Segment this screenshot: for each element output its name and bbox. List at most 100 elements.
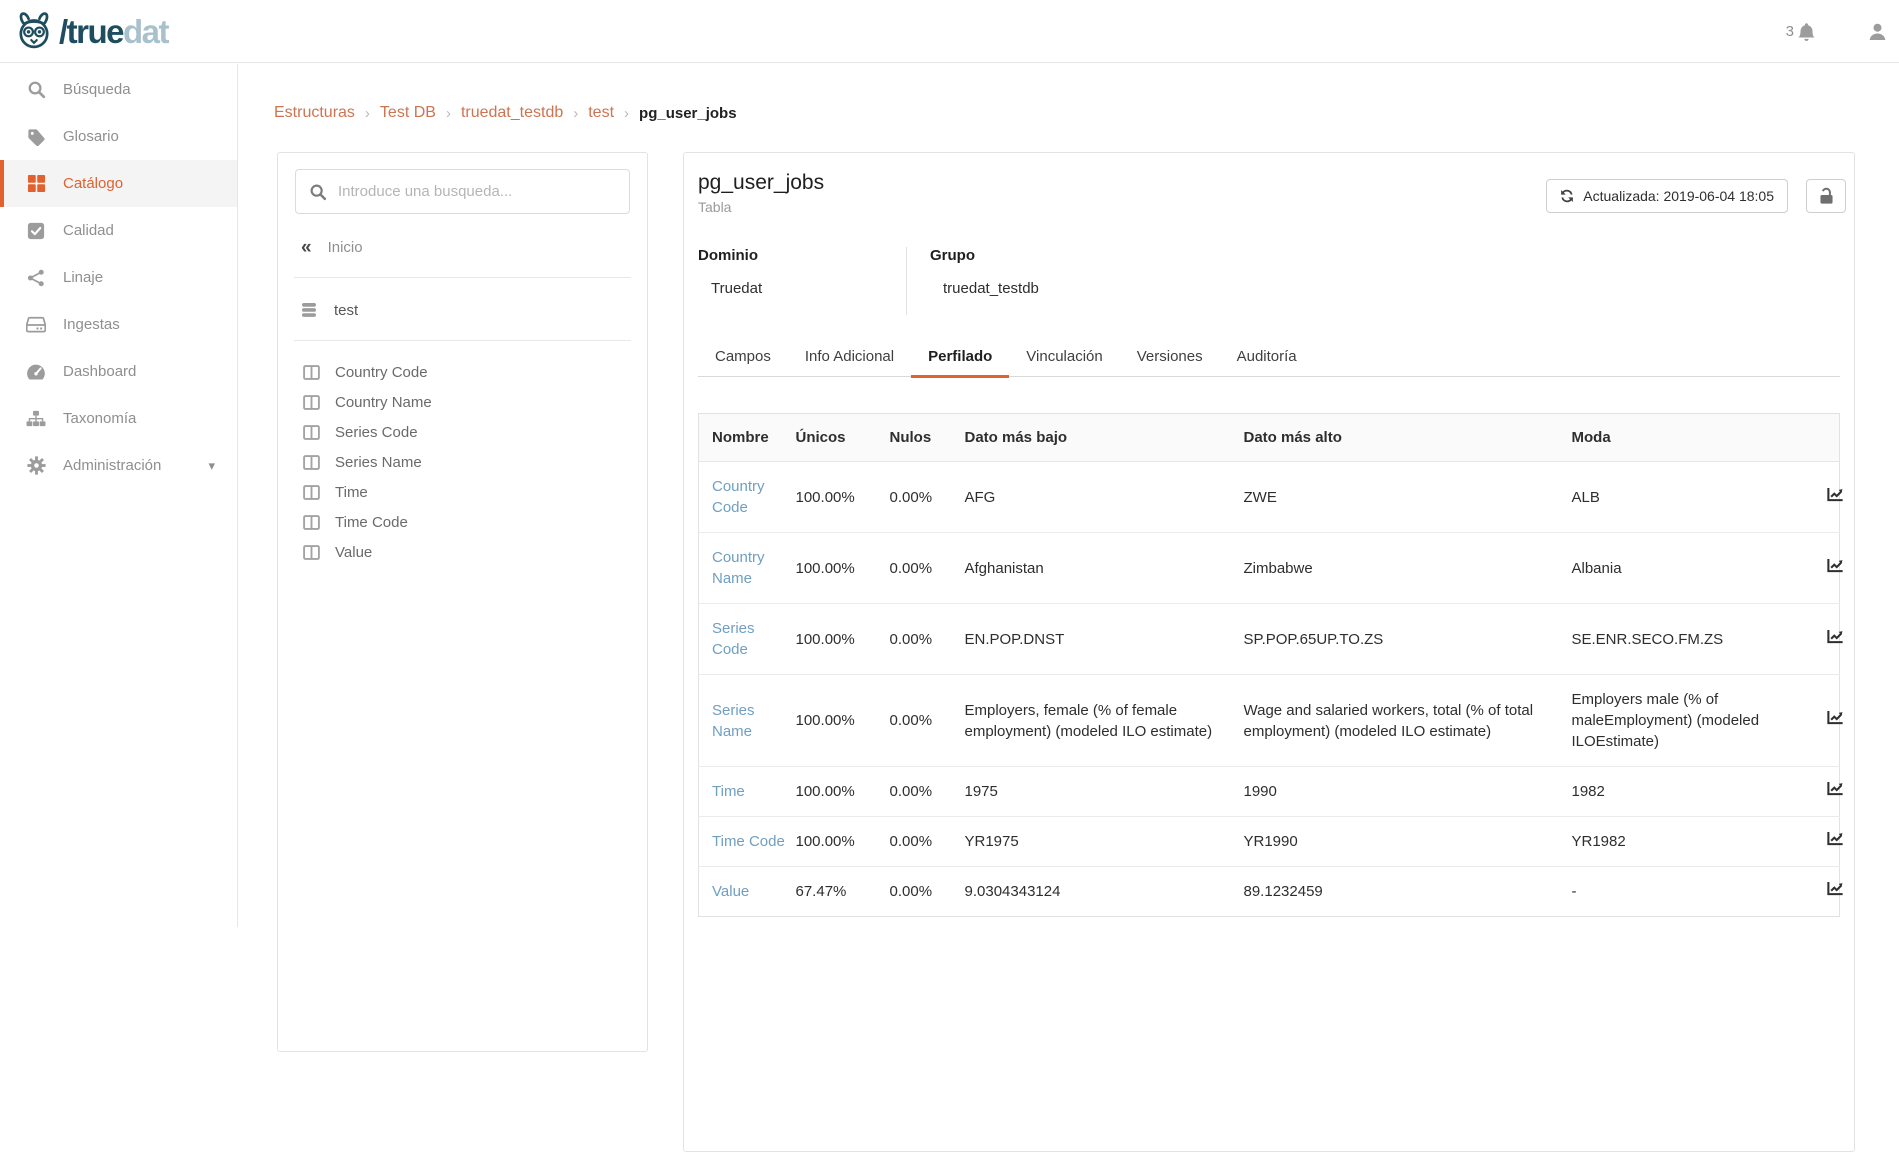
cell-actions (1827, 533, 1840, 604)
field-name-link[interactable]: Value (712, 881, 749, 902)
cell-nulls: 0.00% (890, 533, 965, 604)
truedat-logo[interactable]: /truedat (14, 10, 168, 52)
tab-info-adicional[interactable]: Info Adicional (788, 339, 911, 376)
cell-unique: 100.00% (796, 817, 890, 867)
column-header: Dato más bajo (965, 414, 1244, 462)
tab-perfilado[interactable]: Perfilado (911, 339, 1009, 376)
profile-chart-button[interactable] (1827, 710, 1844, 725)
tree-parent-item[interactable]: test (301, 297, 647, 323)
columns-icon (303, 395, 320, 410)
field-name-link[interactable]: Series Code (712, 618, 788, 660)
columns-icon (303, 365, 320, 380)
column-header: Dato más alto (1244, 414, 1572, 462)
search-icon (25, 80, 47, 99)
sidebar-item-busqueda[interactable]: Búsqueda (0, 66, 237, 113)
tree-field-item[interactable]: Time Code (278, 507, 647, 537)
tree-field-label: Country Code (335, 364, 428, 381)
sidebar-item-administracion[interactable]: Administración▾ (0, 442, 237, 489)
table-row: Country Code100.00%0.00%AFGZWEALB (699, 462, 1840, 533)
group-label: Grupo (930, 247, 1840, 264)
tab-campos[interactable]: Campos (698, 339, 788, 376)
breadcrumb-link[interactable]: test (588, 104, 614, 122)
cell-nulls: 0.00% (890, 817, 965, 867)
chart-line-icon (1827, 629, 1844, 644)
chart-line-icon (1827, 710, 1844, 725)
field-name-link[interactable]: Country Code (712, 476, 788, 518)
double-chevron-left-icon: « (301, 238, 312, 257)
tree-field-item[interactable]: Value (278, 537, 647, 567)
tab-vinculacion[interactable]: Vinculación (1009, 339, 1119, 376)
sidebar-item-ingestas[interactable]: Ingestas (0, 301, 237, 348)
sidebar-item-label: Catálogo (63, 175, 123, 192)
profile-chart-button[interactable] (1827, 881, 1844, 896)
cell-mode: ALB (1572, 462, 1827, 533)
column-header: Nombre (699, 414, 796, 462)
tree-search-input[interactable] (338, 183, 616, 200)
sidebar-item-catalogo[interactable]: Catálogo (0, 160, 237, 207)
column-header: Únicos (796, 414, 890, 462)
field-name-link[interactable]: Series Name (712, 700, 788, 742)
tree-back-button[interactable]: « Inicio (301, 234, 647, 260)
sidebar-item-glosario[interactable]: Glosario (0, 113, 237, 160)
search-icon (309, 183, 327, 201)
profile-chart-button[interactable] (1827, 629, 1844, 644)
tree-field-list: Country Code Country NameSeries CodeSerie… (278, 357, 647, 567)
notifications-button[interactable]: 3 (1786, 22, 1816, 42)
cell-actions (1827, 867, 1840, 917)
profile-chart-button[interactable] (1827, 831, 1844, 846)
sidebar-item-taxonomia[interactable]: Taxonomía (0, 395, 237, 442)
sidebar-item-label: Taxonomía (63, 410, 136, 427)
app-header: /truedat 3 (0, 0, 1899, 63)
cell-unique: 100.00% (796, 675, 890, 767)
sidebar-item-label: Ingestas (63, 316, 120, 333)
database-icon (301, 302, 317, 318)
cell-mode: - (1572, 867, 1827, 917)
cell-high: Zimbabwe (1244, 533, 1572, 604)
tree-field-label: Time (335, 484, 368, 501)
sidebar-item-dashboard[interactable]: Dashboard (0, 348, 237, 395)
cell-name: Time (699, 767, 796, 817)
cell-low: AFG (965, 462, 1244, 533)
cell-unique: 100.00% (796, 462, 890, 533)
lock-toggle-button[interactable] (1806, 179, 1846, 213)
tree-field-item[interactable]: Country Name (278, 387, 647, 417)
cell-low: 1975 (965, 767, 1244, 817)
breadcrumb-link[interactable]: Estructuras (274, 104, 355, 122)
divider (294, 340, 631, 341)
tree-field-item[interactable]: Series Name (278, 447, 647, 477)
tab-auditoria[interactable]: Auditoría (1220, 339, 1314, 376)
profile-table: NombreÚnicosNulosDato más bajoDato más a… (698, 413, 1840, 917)
domain-value: Truedat (711, 280, 906, 297)
gauge-icon (25, 363, 47, 381)
chart-line-icon (1827, 558, 1844, 573)
breadcrumb-link[interactable]: Test DB (380, 104, 436, 122)
refresh-updated-button[interactable]: Actualizada: 2019-06-04 18:05 (1546, 179, 1788, 213)
sidebar-item-linaje[interactable]: Linaje (0, 254, 237, 301)
profile-chart-button[interactable] (1827, 487, 1844, 502)
profile-chart-button[interactable] (1827, 781, 1844, 796)
sidebar-item-label: Linaje (63, 269, 103, 286)
tree-field-item[interactable]: Series Code (278, 417, 647, 447)
tree-field-item[interactable]: Time (278, 477, 647, 507)
field-name-link[interactable]: Time Code (712, 831, 785, 852)
columns-icon (303, 455, 320, 470)
breadcrumb-link[interactable]: truedat_testdb (461, 104, 563, 122)
grid-icon (25, 174, 47, 193)
table-header-row: NombreÚnicosNulosDato más bajoDato más a… (699, 414, 1840, 462)
cell-low: YR1975 (965, 817, 1244, 867)
sidebar-item-calidad[interactable]: Calidad (0, 207, 237, 254)
tab-versiones[interactable]: Versiones (1120, 339, 1220, 376)
sidebar-item-label: Administración (63, 457, 161, 474)
cell-name: Value (699, 867, 796, 917)
field-name-link[interactable]: Country Name (712, 547, 788, 589)
tree-field-item[interactable]: Country Code (278, 357, 647, 387)
cell-mode: 1982 (1572, 767, 1827, 817)
field-name-link[interactable]: Time (712, 781, 745, 802)
sidebar-item-label: Calidad (63, 222, 114, 239)
profile-chart-button[interactable] (1827, 558, 1844, 573)
domain-group-section: Dominio Truedat Grupo truedat_testdb (684, 247, 1840, 315)
gear-icon (25, 456, 47, 475)
tree-field-label: Value (335, 544, 372, 561)
user-menu-button[interactable] (1868, 22, 1887, 41)
cell-high: SP.POP.65UP.TO.ZS (1244, 604, 1572, 675)
